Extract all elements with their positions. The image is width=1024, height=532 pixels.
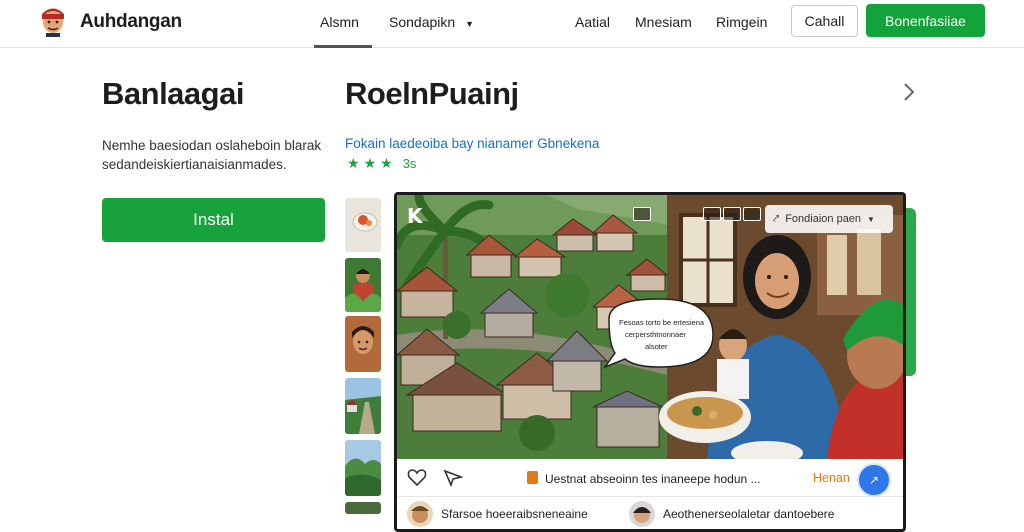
thumbnail-partial[interactable] bbox=[345, 502, 381, 514]
avatar[interactable] bbox=[407, 501, 433, 527]
thumbnail-portrait[interactable] bbox=[345, 316, 381, 372]
thumbnail-village-road[interactable] bbox=[345, 378, 381, 434]
share-fab-button[interactable]: ↗ bbox=[857, 463, 891, 497]
star-icon: ★ bbox=[347, 155, 360, 171]
preview-action-link[interactable]: Henan bbox=[813, 471, 850, 485]
section-description: Nemhe baesiodan oslaheboin blarak sedand… bbox=[102, 138, 322, 172]
comment-text: Aeothenerseolaletar dantoebere bbox=[663, 507, 835, 521]
nav-item-alsmn[interactable]: Alsmn bbox=[320, 14, 359, 30]
install-button[interactable]: Instal bbox=[102, 198, 325, 242]
thumbnail-person-garden[interactable] bbox=[345, 258, 381, 312]
comment-text: Sfarsoe hoeeraibsneneaine bbox=[441, 507, 588, 521]
avatar-logo-icon[interactable] bbox=[38, 5, 68, 37]
village-scene-image: Fesoas torto be ertesiena cerpersthtnonn… bbox=[397, 195, 903, 459]
bubble-line-3: alsoter bbox=[645, 342, 668, 351]
chevron-down-icon: ▼ bbox=[867, 214, 875, 224]
app-title: RoelnPuainj bbox=[345, 76, 519, 111]
gallery-icon[interactable] bbox=[743, 207, 761, 221]
pin-icon: ⤤ bbox=[773, 212, 780, 225]
chevron-down-icon: ▼ bbox=[465, 19, 474, 29]
avatar[interactable] bbox=[629, 501, 655, 527]
bubble-line-1: Fesoas torto be ertesiena bbox=[619, 318, 705, 327]
thumbnail-food[interactable] bbox=[345, 198, 381, 252]
star-icon: ★ bbox=[363, 155, 377, 171]
nav-item-label: Sondapikn bbox=[389, 14, 456, 30]
brand-name[interactable]: Auhdangan bbox=[80, 11, 182, 33]
app-screenshot-preview[interactable]: Fesoas torto be ertesiena cerpersthtnonn… bbox=[394, 192, 906, 532]
heart-icon[interactable] bbox=[407, 469, 427, 487]
app-rating: ★ ★ ★ 3s bbox=[347, 155, 416, 172]
nav-item-sondapikn[interactable]: Sondapikn ▼ bbox=[389, 14, 474, 30]
overlay-dropdown-label: Fondiaion paen bbox=[785, 213, 862, 225]
gallery-icon[interactable] bbox=[723, 207, 741, 221]
secondary-header-button[interactable]: Cahall bbox=[791, 5, 858, 37]
top-nav-bar: Auhdangan Alsmn Sondapikn ▼ Aatial Mnesi… bbox=[0, 0, 1024, 48]
svg-text:K: K bbox=[407, 204, 424, 228]
comment-item: Sfarsoe hoeeraibsneneaine bbox=[407, 501, 588, 527]
chevron-right-icon[interactable] bbox=[898, 80, 920, 104]
developer-link[interactable]: Fokain laedeoiba bay nianamer Gbnekena bbox=[345, 136, 599, 151]
bubble-line-2: cerpersthtnonnaer bbox=[625, 330, 686, 339]
gallery-icon[interactable] bbox=[703, 207, 721, 221]
rating-value: 3s bbox=[402, 156, 417, 171]
nav-item-rimgein[interactable]: Rimgein bbox=[716, 14, 767, 30]
primary-header-button[interactable]: Bonenfasiiae bbox=[866, 4, 985, 37]
nav-item-mnesiam[interactable]: Mnesiam bbox=[635, 14, 692, 30]
comment-item: Aeothenerseolaletar dantoebere bbox=[629, 501, 834, 527]
nav-item-aatial[interactable]: Aatial bbox=[575, 14, 610, 30]
preview-action-bar: Uestnat abseoinn tes inaneepe hodun ... … bbox=[397, 459, 903, 497]
overlay-dropdown[interactable]: ⤤ Fondiaion paen ▼ bbox=[765, 205, 893, 233]
thumbnail-hills[interactable] bbox=[345, 440, 381, 496]
preview-caption: Uestnat abseoinn tes inaneepe hodun ... bbox=[545, 472, 761, 486]
active-nav-indicator bbox=[314, 45, 372, 48]
send-icon[interactable] bbox=[443, 469, 463, 487]
badge-icon bbox=[527, 471, 538, 484]
star-icon: ★ bbox=[380, 155, 393, 171]
section-title: Banlaagai bbox=[102, 76, 244, 111]
gallery-icon[interactable] bbox=[633, 207, 651, 221]
